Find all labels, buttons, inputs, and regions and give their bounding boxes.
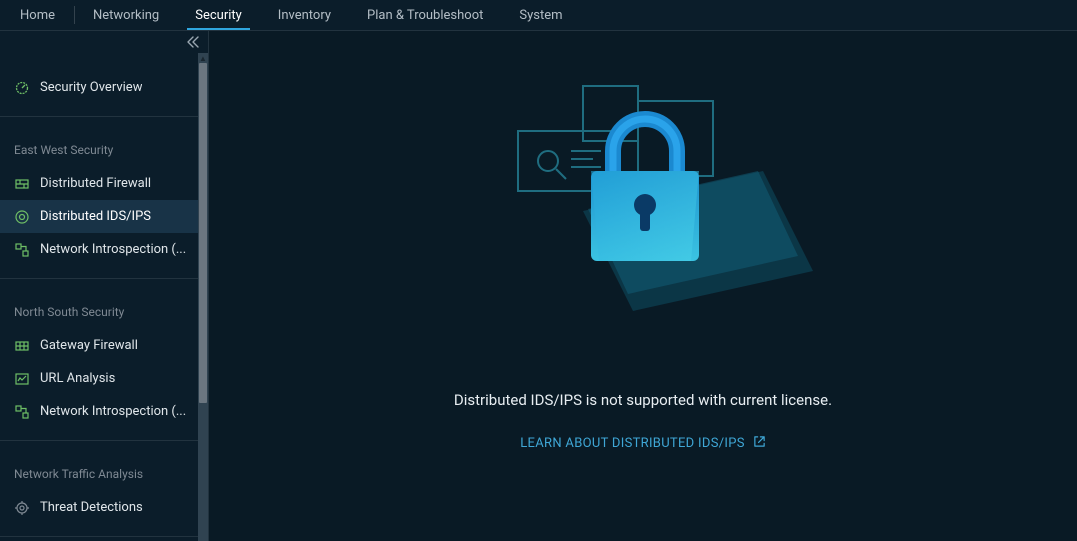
tab-label: Home: [20, 8, 55, 23]
learn-more-link[interactable]: LEARN ABOUT DISTRIBUTED IDS/IPS: [520, 435, 766, 452]
threat-icon: [14, 500, 30, 516]
gauge-icon: [14, 80, 30, 96]
sidebar-item-label: Distributed Firewall: [40, 176, 151, 191]
sidebar-item-label: Distributed IDS/IPS: [40, 209, 151, 224]
tab-networking[interactable]: Networking: [75, 0, 177, 30]
tab-label: Networking: [93, 8, 159, 23]
sidebar-scrollbar-track[interactable]: ▲: [198, 53, 208, 541]
sidebar-item-gateway-firewall[interactable]: Gateway Firewall: [0, 329, 198, 362]
sidebar-item-network-introspection-ns[interactable]: Network Introspection (...: [0, 395, 198, 428]
tab-label: System: [519, 8, 562, 23]
link-label: LEARN ABOUT DISTRIBUTED IDS/IPS: [520, 436, 745, 451]
sidebar-section-north-south: North South Security: [0, 297, 198, 329]
tab-plan-troubleshoot[interactable]: Plan & Troubleshoot: [349, 0, 501, 30]
sidebar-item-network-introspection-ew[interactable]: Network Introspection (...: [0, 233, 198, 266]
lock-illustration: [503, 71, 783, 291]
main-content: Distributed IDS/IPS is not supported wit…: [209, 31, 1077, 541]
unsupported-message: Distributed IDS/IPS is not supported wit…: [454, 391, 832, 409]
tab-system[interactable]: System: [501, 0, 580, 30]
top-nav: Home Networking Security Inventory Plan …: [0, 0, 1077, 31]
tab-security[interactable]: Security: [177, 0, 260, 30]
sidebar-scrollbar-thumb[interactable]: [199, 63, 207, 403]
sidebar-item-url-analysis[interactable]: URL Analysis: [0, 362, 198, 395]
sidebar-item-security-overview[interactable]: Security Overview: [0, 71, 198, 104]
sidebar-section-traffic-analysis: Network Traffic Analysis: [0, 459, 198, 491]
sidebar-item-label: URL Analysis: [40, 371, 115, 386]
external-link-icon: [753, 435, 766, 452]
sidebar: ▲ Security Overview East West Security D: [0, 31, 209, 541]
tab-label: Security: [195, 8, 242, 23]
tab-inventory[interactable]: Inventory: [260, 0, 349, 30]
gateway-firewall-icon: [14, 338, 30, 354]
sidebar-item-label: Network Introspection (...: [40, 404, 186, 419]
sidebar-item-distributed-firewall[interactable]: Distributed Firewall: [0, 167, 198, 200]
url-analysis-icon: [14, 371, 30, 387]
sidebar-item-threat-detections[interactable]: Threat Detections: [0, 491, 198, 524]
tab-label: Plan & Troubleshoot: [367, 8, 483, 23]
network-introspection-icon: [14, 242, 30, 258]
collapse-sidebar-icon[interactable]: [186, 36, 200, 48]
sidebar-item-label: Security Overview: [40, 80, 142, 95]
sidebar-item-label: Gateway Firewall: [40, 338, 138, 353]
sidebar-item-label: Network Introspection (...: [40, 242, 186, 257]
sidebar-item-label: Threat Detections: [40, 500, 143, 515]
sidebar-section-east-west: East West Security: [0, 135, 198, 167]
ids-ips-icon: [14, 209, 30, 225]
sidebar-item-distributed-ids-ips[interactable]: Distributed IDS/IPS: [0, 200, 198, 233]
tab-label: Inventory: [278, 8, 331, 23]
firewall-icon: [14, 176, 30, 192]
tab-home[interactable]: Home: [0, 0, 75, 30]
network-introspection-icon: [14, 404, 30, 420]
scrollbar-up-arrow-icon[interactable]: ▲: [198, 53, 208, 63]
